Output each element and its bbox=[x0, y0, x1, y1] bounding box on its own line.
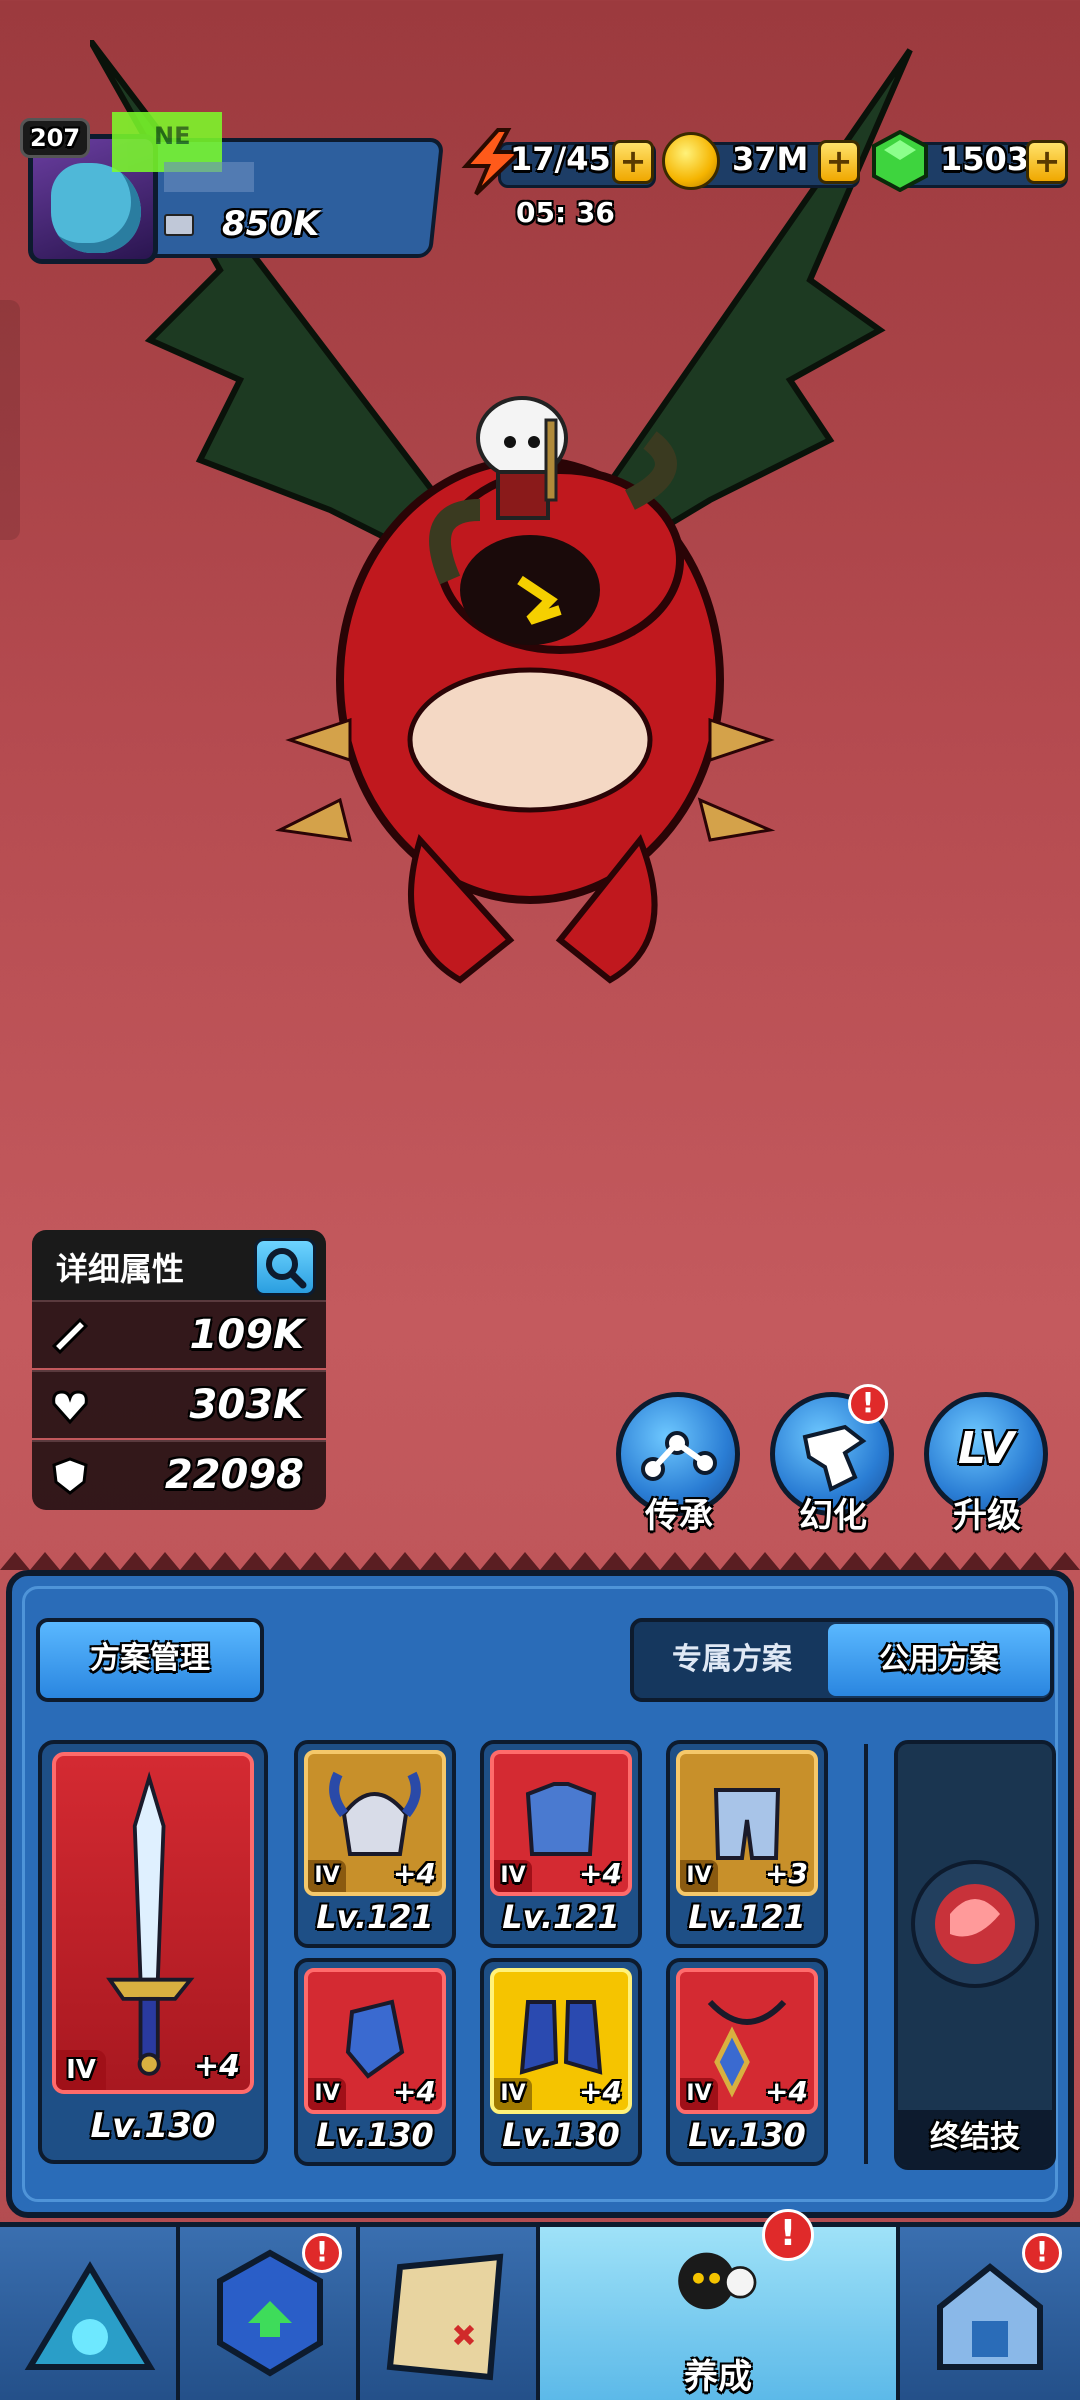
nav-tab-runes[interactable]: ! bbox=[180, 2227, 360, 2400]
necklace-enhance: +4 bbox=[765, 2075, 808, 2108]
plan-toggle: 专属方案 公用方案 bbox=[630, 1618, 1054, 1702]
search-icon bbox=[266, 1248, 307, 1289]
runes-alert-badge: ! bbox=[302, 2233, 342, 2273]
transform-label: 幻化 bbox=[799, 1496, 867, 1536]
pants-tier: IV bbox=[680, 1860, 718, 1892]
gloves-enhance: +4 bbox=[393, 2075, 436, 2108]
energy-plus-button[interactable]: + bbox=[612, 140, 654, 184]
heart-icon bbox=[52, 1390, 88, 1425]
boots-tier: IV bbox=[494, 2078, 532, 2110]
helmet-card: IV +4 bbox=[304, 1750, 446, 1896]
helmet-enhance: +4 bbox=[393, 1857, 436, 1890]
gem-icon bbox=[872, 130, 928, 192]
inherit-label: 传承 bbox=[645, 1496, 713, 1536]
equip-slot-armor[interactable]: IV +4 Lv.121 bbox=[480, 1740, 642, 1948]
side-pull-tab[interactable] bbox=[0, 300, 20, 540]
boots-enhance: +4 bbox=[579, 2075, 622, 2108]
armor-level: Lv.121 bbox=[502, 1898, 620, 1936]
sword-weapon-icon bbox=[106, 1771, 195, 2076]
weapon-tier: IV bbox=[56, 2050, 106, 2090]
equip-slot-boots[interactable]: IV +4 Lv.130 bbox=[480, 1958, 642, 2166]
player-level-badge: 207 bbox=[20, 118, 90, 158]
transform-alert-badge: ! bbox=[848, 1384, 888, 1424]
gloves-tier: IV bbox=[308, 2078, 346, 2110]
inherit-button[interactable]: 传承 bbox=[614, 1392, 744, 1542]
coin-plus-button[interactable]: + bbox=[818, 140, 860, 184]
gem-value: 1503 bbox=[940, 140, 1030, 178]
panel-spike-border bbox=[0, 1552, 1080, 1570]
shop-alert-badge: ! bbox=[1022, 2233, 1062, 2273]
player-name-redacted bbox=[164, 162, 254, 192]
stat-defense-value: 22098 bbox=[164, 1452, 304, 1498]
coin-resource: 37M + bbox=[662, 132, 862, 192]
nav-develop-label: 养成 bbox=[684, 2357, 752, 2397]
ultimate-label: 终结技 bbox=[898, 2110, 1052, 2166]
stats-title: 详细属性 bbox=[56, 1250, 185, 1288]
pants-level: Lv.121 bbox=[688, 1898, 806, 1936]
panel-divider bbox=[864, 1744, 868, 2164]
develop-alert-badge: ! bbox=[762, 2209, 814, 2261]
boots-level: Lv.130 bbox=[502, 2116, 620, 2154]
armor-enhance: +4 bbox=[579, 1857, 622, 1890]
ultimate-orb-icon bbox=[911, 1860, 1039, 1988]
tab-public-plan[interactable]: 公用方案 bbox=[828, 1624, 1050, 1696]
avatar-portrait bbox=[51, 163, 141, 253]
shield-icon bbox=[52, 1457, 88, 1495]
gem-resource: 1503 + bbox=[870, 130, 1070, 192]
coin-value: 37M bbox=[732, 140, 809, 178]
energy-resource: 17/45 + bbox=[458, 128, 658, 196]
armor-tier: IV bbox=[494, 1860, 532, 1892]
helmet-tier: IV bbox=[308, 1860, 346, 1892]
nav-tab-develop[interactable]: ! 养成 bbox=[540, 2209, 900, 2400]
energy-timer: 05: 36 bbox=[516, 196, 615, 229]
power-icon bbox=[164, 214, 194, 236]
gloves-level: Lv.130 bbox=[316, 2116, 434, 2154]
weapon-card: IV +4 bbox=[52, 1752, 254, 2094]
plan-manage-button[interactable]: 方案管理 bbox=[36, 1618, 264, 1702]
ultimate-skill-slot[interactable]: 终结技 bbox=[894, 1740, 1056, 2170]
helmet-level: Lv.121 bbox=[316, 1898, 434, 1936]
boots-card: IV +4 bbox=[490, 1968, 632, 2114]
upgrade-button[interactable]: LV 升级 bbox=[922, 1392, 1052, 1542]
gem-plus-button[interactable]: + bbox=[1026, 140, 1068, 184]
equipment-panel: 方案管理 专属方案 公用方案 IV +4 Lv.130 IV +4 Lv.121… bbox=[6, 1570, 1074, 2218]
upgrade-label: 升级 bbox=[953, 1496, 1021, 1536]
nav-tab-dungeon[interactable] bbox=[0, 2227, 180, 2400]
pants-card: IV +3 bbox=[676, 1750, 818, 1896]
coin-icon bbox=[662, 132, 720, 190]
character-icon bbox=[678, 2252, 757, 2310]
equip-slot-pants[interactable]: IV +3 Lv.121 bbox=[666, 1740, 828, 1948]
tab-exclusive-plan[interactable]: 专属方案 bbox=[634, 1622, 830, 1698]
weapon-slot[interactable]: IV +4 Lv.130 bbox=[38, 1740, 268, 2164]
player-power: 850K bbox=[222, 204, 320, 244]
stat-row-attack: 109K bbox=[32, 1300, 326, 1368]
sword-icon bbox=[51, 1317, 89, 1355]
necklace-card: IV +4 bbox=[676, 1968, 818, 2114]
stat-attack-value: 109K bbox=[189, 1312, 305, 1358]
transform-button[interactable]: ! 幻化 bbox=[768, 1384, 898, 1542]
stats-panel: 详细属性 109K 303K 22098 bbox=[32, 1230, 326, 1530]
stats-search-button[interactable] bbox=[254, 1238, 316, 1296]
pants-enhance: +3 bbox=[765, 1857, 808, 1890]
gloves-card: IV +4 bbox=[304, 1968, 446, 2114]
player-card[interactable]: 207 NE 850K bbox=[20, 112, 445, 268]
equip-slot-gloves[interactable]: IV +4 Lv.130 bbox=[294, 1958, 456, 2166]
bottom-nav: ! ! 养成 ! bbox=[0, 2209, 1080, 2400]
stat-row-hp: 303K bbox=[32, 1370, 326, 1438]
necklace-level: Lv.130 bbox=[688, 2116, 806, 2154]
energy-value: 17/45 bbox=[510, 140, 611, 178]
weapon-enhance: +4 bbox=[193, 2049, 240, 2084]
necklace-tier: IV bbox=[680, 2078, 718, 2110]
nav-tab-shop[interactable]: ! bbox=[900, 2227, 1080, 2400]
equip-slot-helmet[interactable]: IV +4 Lv.121 bbox=[294, 1740, 456, 1948]
nav-tab-map[interactable] bbox=[360, 2227, 540, 2400]
armor-card: IV +4 bbox=[490, 1750, 632, 1896]
lv-icon: LV bbox=[957, 1423, 1015, 1474]
weapon-level: Lv.130 bbox=[90, 2106, 216, 2146]
equip-slot-necklace[interactable]: IV +4 Lv.130 bbox=[666, 1958, 828, 2166]
dungeon-icon bbox=[24, 2261, 156, 2370]
stat-hp-value: 303K bbox=[189, 1382, 305, 1428]
stat-row-defense: 22098 bbox=[32, 1440, 326, 1510]
treasure-map-icon bbox=[386, 2253, 504, 2381]
